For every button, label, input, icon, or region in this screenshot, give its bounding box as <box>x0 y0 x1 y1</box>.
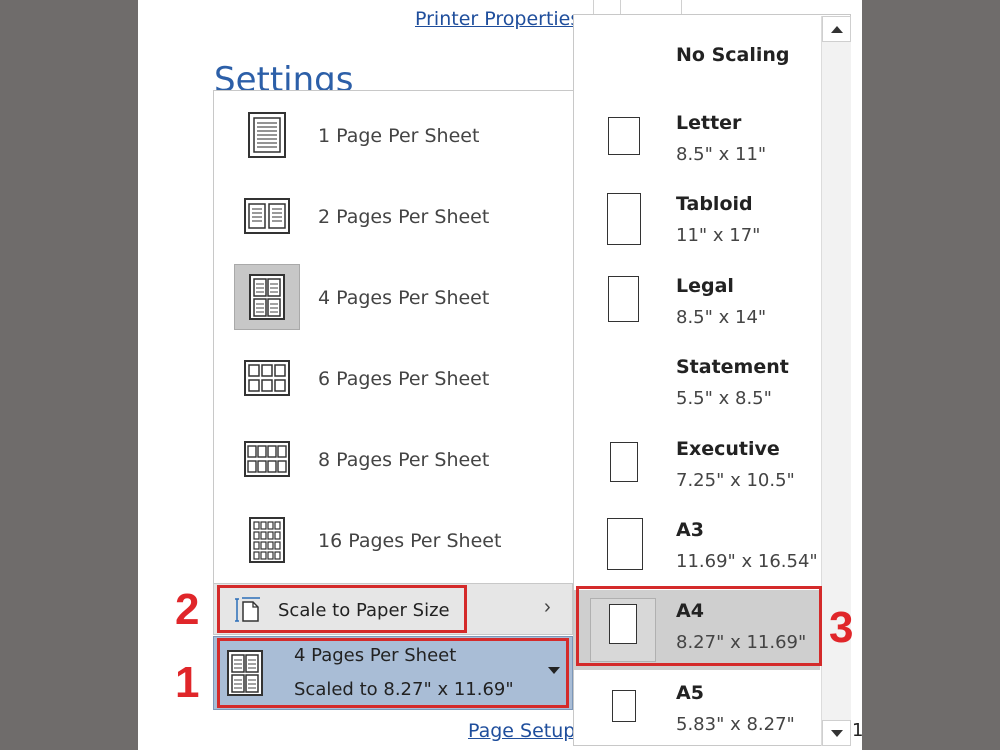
paper-size-name: Legal <box>676 275 734 297</box>
truncated-value: 1 <box>852 720 864 741</box>
menu-item-label: 16 Pages Per Sheet <box>318 530 502 552</box>
page-setup-link[interactable]: Page Setup <box>468 720 575 742</box>
paper-size-name: A5 <box>676 682 704 704</box>
paper-size-dimensions: 5.83" x 8.27" <box>676 714 795 735</box>
six-pages-icon <box>234 345 300 411</box>
paper-tabloid-icon <box>607 193 641 245</box>
paper-size-statement[interactable]: Statement 5.5" x 8.5" <box>574 346 820 426</box>
paper-size-name: Executive <box>676 438 780 460</box>
paper-size-a5[interactable]: A5 5.83" x 8.27" <box>574 672 820 746</box>
annotation-box-2 <box>217 585 467 633</box>
paper-size-name: No Scaling <box>676 44 790 66</box>
menu-item-label: 8 Pages Per Sheet <box>318 449 490 471</box>
paper-size-name: Tabloid <box>676 193 753 215</box>
divider <box>620 0 621 14</box>
annotation-box-3 <box>576 586 822 666</box>
printer-properties-link[interactable]: Printer Properties <box>415 8 580 30</box>
scroll-down-button[interactable] <box>822 720 851 746</box>
paper-a3-icon <box>607 518 643 570</box>
divider <box>681 0 682 14</box>
menu-item-label: 4 Pages Per Sheet <box>318 287 490 309</box>
annotation-number-2: 2 <box>175 585 200 634</box>
paper-size-dimensions: 7.25" x 10.5" <box>676 470 795 491</box>
eight-pages-icon <box>234 426 300 492</box>
paper-size-dimensions: 11" x 17" <box>676 225 761 246</box>
chevron-right-icon: › <box>544 596 551 618</box>
pages-per-sheet-menu: 1 Page Per Sheet 2 Pages Per Sheet 4 Pag… <box>213 90 574 586</box>
paper-legal-icon <box>608 276 639 322</box>
paper-size-name: A3 <box>676 519 704 541</box>
paper-executive-icon <box>610 442 638 482</box>
menu-item-4-pages[interactable]: 4 Pages Per Sheet <box>214 257 572 337</box>
scroll-up-button[interactable] <box>822 16 851 42</box>
paper-size-name: Letter <box>676 112 742 134</box>
menu-item-2-pages[interactable]: 2 Pages Per Sheet <box>214 176 572 256</box>
paper-size-letter[interactable]: Letter 8.5" x 11" <box>574 102 820 182</box>
two-pages-icon <box>234 183 300 249</box>
paper-a5-icon <box>612 690 636 722</box>
one-page-icon <box>234 102 300 168</box>
paper-size-name: Statement <box>676 356 789 378</box>
paper-size-executive[interactable]: Executive 7.25" x 10.5" <box>574 428 820 508</box>
annotation-number-1: 1 <box>175 658 200 707</box>
paper-size-dimensions: 11.69" x 16.54" <box>676 551 818 572</box>
divider <box>593 0 594 14</box>
arrow-down-icon <box>830 729 843 737</box>
menu-item-16-pages[interactable]: 16 Pages Per Sheet <box>214 500 572 580</box>
paper-size-no-scaling[interactable]: No Scaling <box>574 30 820 92</box>
menu-item-6-pages[interactable]: 6 Pages Per Sheet <box>214 338 572 418</box>
annotation-number-3: 3 <box>829 603 854 652</box>
paper-size-dimensions: 8.5" x 14" <box>676 307 767 328</box>
paper-size-legal[interactable]: Legal 8.5" x 14" <box>574 265 820 345</box>
menu-item-label: 1 Page Per Sheet <box>318 125 480 147</box>
sixteen-pages-icon <box>234 507 300 573</box>
paper-size-a3[interactable]: A3 11.69" x 16.54" <box>574 509 820 589</box>
paper-letter-icon <box>608 117 640 155</box>
paper-size-dimensions: 8.5" x 11" <box>676 144 767 165</box>
menu-item-1-page[interactable]: 1 Page Per Sheet <box>214 95 572 175</box>
paper-size-dimensions: 5.5" x 8.5" <box>676 388 772 409</box>
annotation-box-1 <box>217 638 569 708</box>
menu-item-label: 6 Pages Per Sheet <box>318 368 490 390</box>
four-pages-icon <box>234 264 300 330</box>
paper-size-tabloid[interactable]: Tabloid 11" x 17" <box>574 183 820 263</box>
menu-item-label: 2 Pages Per Sheet <box>318 206 490 228</box>
menu-item-8-pages[interactable]: 8 Pages Per Sheet <box>214 419 572 499</box>
arrow-up-icon <box>830 25 843 33</box>
